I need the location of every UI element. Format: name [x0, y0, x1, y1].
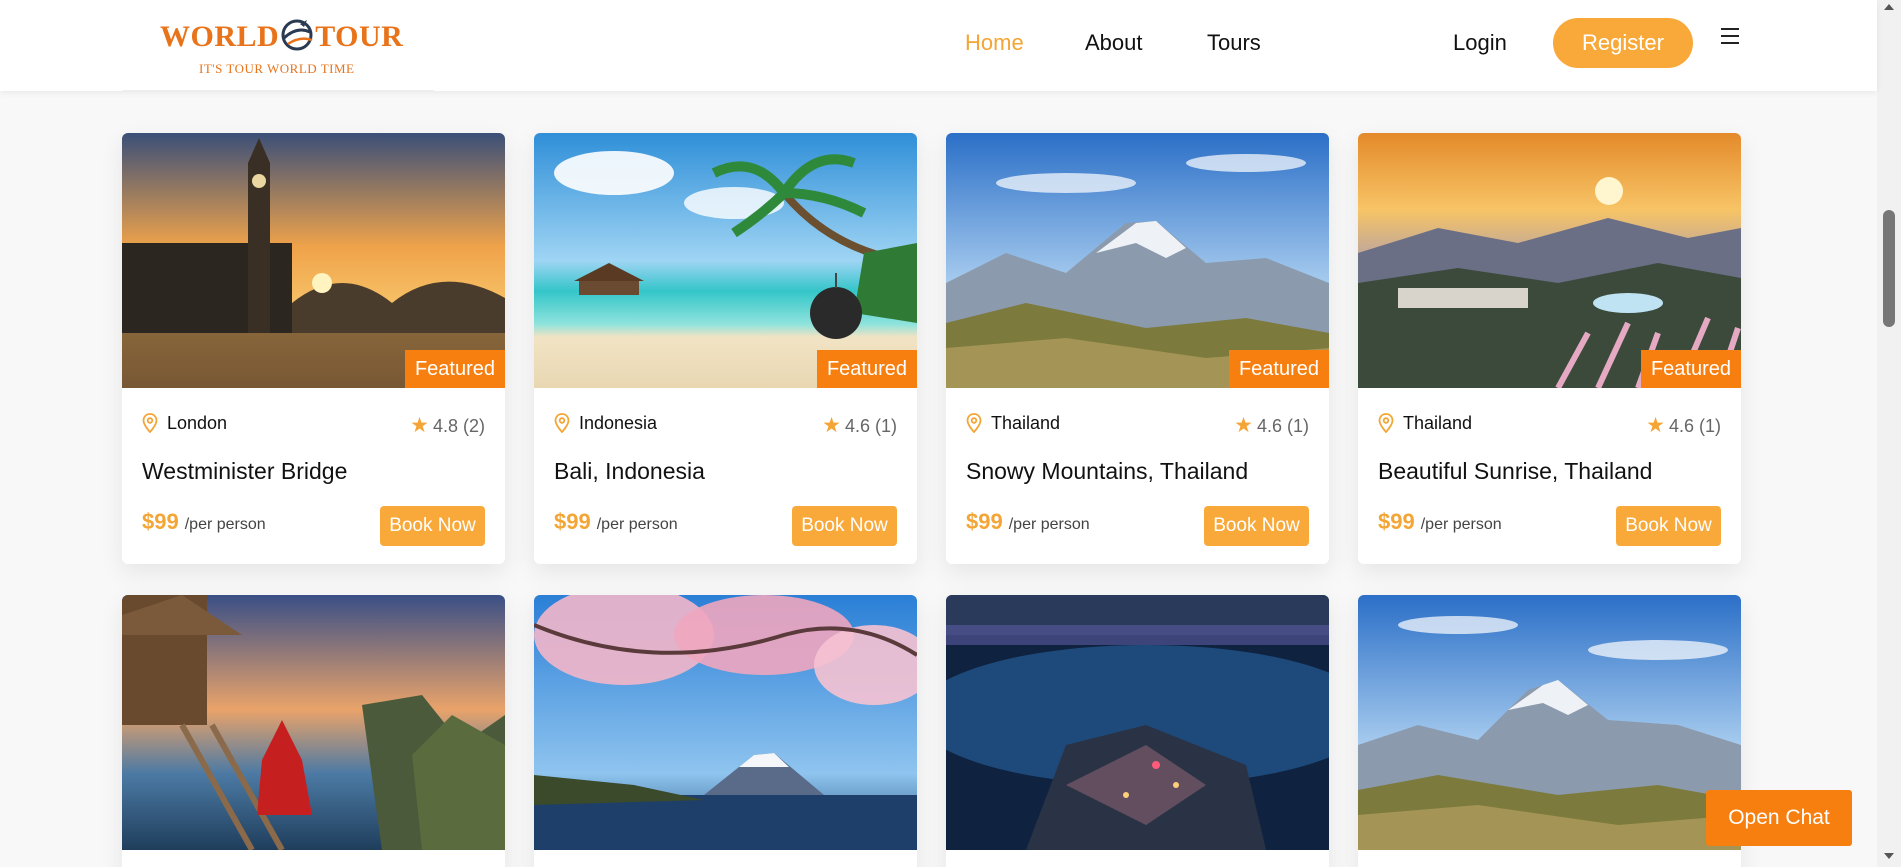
- featured-badge: Featured: [404, 350, 505, 388]
- nav-home-link[interactable]: Home: [965, 30, 1024, 56]
- rating-value: 4.6 (1): [1668, 416, 1721, 436]
- tour-rating: ★ 4.6 (1): [1234, 413, 1309, 438]
- scroll-up-arrow-icon[interactable]: [1884, 4, 1894, 10]
- site-header: WORLD TOUR IT'S TOUR WORLD TIME Home Abou…: [0, 0, 1877, 92]
- tour-photo-snowy-mountains: Featured: [946, 133, 1329, 388]
- logo-title-tour: TOUR: [315, 20, 404, 53]
- tour-title[interactable]: Westminister Bridge: [142, 458, 347, 485]
- tour-card[interactable]: [534, 595, 917, 867]
- tour-rating: ★ 4.6 (1): [822, 413, 897, 438]
- login-link[interactable]: Login: [1453, 30, 1507, 56]
- logo-title-world: WORLD: [160, 20, 280, 53]
- book-now-button[interactable]: Book Now: [1204, 506, 1309, 546]
- price-value: $99: [1378, 509, 1415, 534]
- tour-price: $99/per person: [1378, 509, 1502, 535]
- star-icon: ★: [1234, 414, 1253, 437]
- price-unit: /per person: [1420, 516, 1502, 533]
- logo-tagline: IT'S TOUR WORLD TIME: [199, 61, 355, 76]
- tour-card[interactable]: Featured Thailand ★ 4.6 (1) Beautiful Sun…: [1358, 133, 1741, 564]
- register-button[interactable]: Register: [1553, 18, 1693, 68]
- tour-card[interactable]: [122, 595, 505, 867]
- tour-photo-night-city: [946, 595, 1329, 850]
- tour-card[interactable]: Featured Indonesia ★ 4.6 (1) Bali, Indone…: [534, 133, 917, 564]
- tour-card[interactable]: Featured Thailand ★ 4.6 (1) Snowy Mountai…: [946, 133, 1329, 564]
- price-value: $99: [142, 509, 179, 534]
- tour-location: Indonesia: [579, 413, 658, 433]
- price-unit: /per person: [1008, 516, 1090, 533]
- book-now-button[interactable]: Book Now: [792, 506, 897, 546]
- tour-photo-treehouse: [122, 595, 505, 850]
- tour-location: London: [167, 413, 228, 433]
- nav-about-link[interactable]: About: [1085, 30, 1143, 56]
- tour-title[interactable]: Beautiful Sunrise, Thailand: [1378, 458, 1652, 485]
- location-pin-icon: [1378, 413, 1394, 433]
- featured-badge: Featured: [1640, 350, 1741, 388]
- price-unit: /per person: [596, 516, 678, 533]
- rating-value: 4.6 (1): [844, 416, 897, 436]
- tour-location: Thailand: [1403, 413, 1473, 433]
- star-icon: ★: [1646, 414, 1665, 437]
- page-scrollbar[interactable]: [1877, 0, 1901, 867]
- star-icon: ★: [410, 414, 429, 437]
- tour-photo-sunrise: Featured: [1358, 133, 1741, 388]
- price-unit: /per person: [184, 516, 266, 533]
- rating-value: 4.6 (1): [1256, 416, 1309, 436]
- nav-tours-link[interactable]: Tours: [1207, 30, 1261, 56]
- logo-title: WORLD TOUR: [160, 18, 403, 54]
- tour-photo-bali: Featured: [534, 133, 917, 388]
- open-chat-button[interactable]: Open Chat: [1706, 790, 1852, 846]
- tour-card[interactable]: Featured London ★ 4.8 (2) Westminister Br…: [122, 133, 505, 564]
- globe-icon: [281, 19, 313, 51]
- tour-rating: ★ 4.6 (1): [1646, 413, 1721, 438]
- hamburger-icon[interactable]: [1721, 28, 1739, 46]
- tour-title[interactable]: Snowy Mountains, Thailand: [966, 458, 1248, 485]
- location-pin-icon: [142, 413, 158, 433]
- tour-photo-london: Featured: [122, 133, 505, 388]
- tour-title[interactable]: Bali, Indonesia: [554, 458, 705, 485]
- logo[interactable]: WORLD TOUR IT'S TOUR WORLD TIME: [122, 0, 434, 92]
- star-icon: ★: [822, 414, 841, 437]
- tour-photo-mountain-meadow: [1358, 595, 1741, 850]
- featured-badge: Featured: [816, 350, 917, 388]
- price-value: $99: [554, 509, 591, 534]
- location-pin-icon: [554, 413, 570, 433]
- price-value: $99: [966, 509, 1003, 534]
- book-now-button[interactable]: Book Now: [380, 506, 485, 546]
- scrollbar-thumb[interactable]: [1883, 210, 1895, 327]
- tour-price: $99/per person: [966, 509, 1090, 535]
- tour-photo-cherry-blossom: [534, 595, 917, 850]
- rating-value: 4.8 (2): [432, 416, 485, 436]
- tour-price: $99/per person: [142, 509, 266, 535]
- tour-card[interactable]: [1358, 595, 1741, 867]
- tour-rating: ★ 4.8 (2): [410, 413, 485, 438]
- tour-price: $99/per person: [554, 509, 678, 535]
- featured-badge: Featured: [1228, 350, 1329, 388]
- tour-card[interactable]: [946, 595, 1329, 867]
- location-pin-icon: [966, 413, 982, 433]
- book-now-button[interactable]: Book Now: [1616, 506, 1721, 546]
- tour-location: Thailand: [991, 413, 1061, 433]
- scroll-down-arrow-icon[interactable]: [1884, 853, 1894, 859]
